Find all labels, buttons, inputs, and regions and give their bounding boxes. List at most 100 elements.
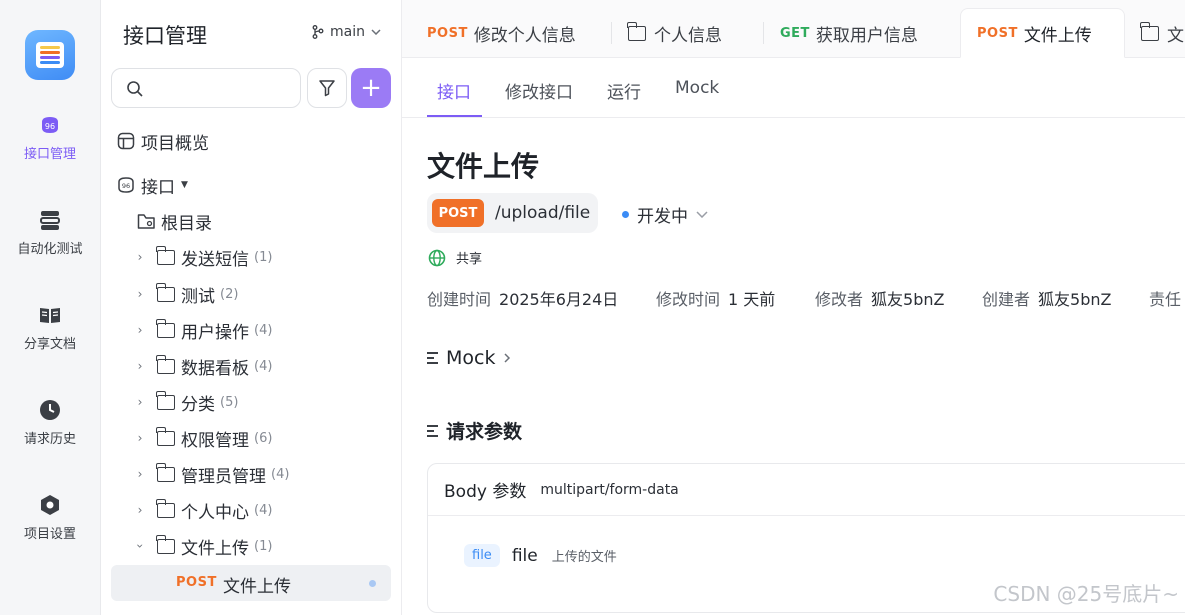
- tree-item-selected-endpoint[interactable]: POST 文件上传: [111, 565, 391, 601]
- overview-label: 项目概览: [141, 133, 209, 154]
- branch-icon: [312, 25, 324, 39]
- active-tab-indicator: [427, 115, 482, 117]
- meta-modifier: 修改者 狐友5bnZ: [815, 286, 944, 310]
- tree-folder[interactable]: › 数据看板 (4): [101, 351, 401, 381]
- automation-icon: [40, 211, 60, 230]
- subtab-api[interactable]: 接口: [437, 78, 471, 103]
- rail-item-docs[interactable]: 分享文档: [0, 303, 100, 352]
- tab-profile[interactable]: 个人信息: [612, 8, 764, 58]
- left-rail: 96 接口管理 自动化测试 分享文档 请求历史 项目设置: [0, 0, 101, 615]
- meta-value: 狐友5bnZ: [871, 290, 945, 309]
- rail-item-automation[interactable]: 自动化测试: [0, 208, 100, 257]
- rail-item-settings[interactable]: 项目设置: [0, 493, 100, 542]
- add-button[interactable]: +: [351, 68, 391, 108]
- folder-icon: [156, 318, 175, 338]
- globe-icon: [428, 249, 446, 266]
- meta-value: 1 天前: [728, 290, 776, 309]
- folder-count: (4): [271, 466, 290, 482]
- folder-count: (4): [254, 502, 273, 518]
- tree-item-root-dir[interactable]: 根目录: [101, 206, 401, 236]
- rail-item-history[interactable]: 请求历史: [0, 398, 100, 447]
- tree-folder[interactable]: › 用户操作 (4): [101, 315, 401, 345]
- chevron-right-icon: ›: [137, 467, 143, 481]
- body-params-header: Body 参数 multipart/form-data: [428, 464, 1185, 516]
- folder-icon: [627, 21, 646, 41]
- meta-label: 创建时间: [427, 290, 492, 309]
- tab-file-upload[interactable]: POST 文件上传: [960, 8, 1125, 58]
- folder-icon: [156, 390, 175, 410]
- tab-label: 文: [1167, 25, 1184, 46]
- status-label: 开发中: [637, 207, 688, 227]
- chevron-right-icon: ›: [137, 395, 143, 409]
- add-icon: +: [360, 73, 382, 103]
- chevron-right-icon: ›: [137, 287, 143, 301]
- folder-icon: [156, 245, 175, 265]
- folder-open-icon: [156, 534, 175, 554]
- subtab-mock[interactable]: Mock: [675, 78, 719, 98]
- tree-folder[interactable]: › 测试 (2): [101, 279, 401, 309]
- subtab-run[interactable]: 运行: [607, 78, 641, 103]
- meta-label: 修改时间: [656, 290, 721, 309]
- tree-item-overview[interactable]: 项目概览: [101, 126, 401, 156]
- tab-edit-profile[interactable]: POST 修改个人信息: [411, 8, 612, 58]
- folder-icon: [156, 282, 175, 302]
- section-lines-icon: [427, 424, 438, 437]
- tree-folder[interactable]: › 管理员管理 (4): [101, 459, 401, 489]
- rail-label-settings: 项目设置: [23, 527, 76, 542]
- branch-name: main: [330, 24, 365, 40]
- tree-folder[interactable]: › 发送短信 (1): [101, 242, 401, 272]
- branch-selector[interactable]: main: [312, 24, 381, 40]
- folder-name: 数据看板: [181, 358, 249, 379]
- api-icon: 96: [118, 177, 134, 193]
- request-params-title: 请求参数: [446, 421, 523, 443]
- status-dot: [369, 580, 376, 587]
- rail-label-history: 请求历史: [23, 432, 76, 447]
- param-type-badge: file: [464, 544, 500, 567]
- app-logo[interactable]: [25, 30, 75, 80]
- tab-label: 修改个人信息: [473, 25, 576, 46]
- rail-item-api[interactable]: 96 接口管理: [0, 113, 100, 162]
- watermark: CSDN @25号底片~: [993, 582, 1179, 606]
- tab-method: GET: [780, 25, 810, 41]
- filter-button[interactable]: [307, 68, 347, 108]
- search-icon: [127, 81, 143, 97]
- subtab-edit[interactable]: 修改接口: [505, 78, 573, 103]
- meta-creator: 创建者 狐友5bnZ: [982, 286, 1111, 310]
- status-selector[interactable]: 开发中: [622, 202, 708, 227]
- mock-section-toggle[interactable]: Mock: [427, 347, 511, 369]
- param-name: file: [511, 545, 538, 566]
- chevron-right-icon: [504, 353, 511, 363]
- folder-home-icon: [137, 213, 155, 229]
- url-path: /upload/file: [495, 203, 591, 223]
- sub-tab-bar: 接口 修改接口 运行 Mock: [402, 58, 1185, 118]
- settings-icon: [41, 495, 59, 515]
- tab-get-user-info[interactable]: GET 获取用户信息: [764, 8, 960, 58]
- tree-folder[interactable]: › 权限管理 (6): [101, 423, 401, 453]
- folder-name: 权限管理: [181, 430, 249, 451]
- tab-label: 个人信息: [654, 25, 722, 46]
- param-row[interactable]: file file 上传的文件: [464, 544, 617, 567]
- rail-label-automation: 自动化测试: [17, 242, 83, 257]
- tree-folder-expanded[interactable]: › 文件上传 (1): [101, 531, 401, 561]
- folder-icon: [1140, 21, 1159, 41]
- mock-section-title: Mock: [446, 347, 496, 369]
- folder-icon: [156, 462, 175, 482]
- clock-icon: [40, 400, 60, 420]
- chevron-right-icon: ›: [137, 431, 143, 445]
- folder-name: 管理员管理: [181, 466, 266, 487]
- tab-overflow[interactable]: 文: [1125, 8, 1185, 58]
- content-type[interactable]: multipart/form-data: [540, 482, 678, 498]
- share-indicator[interactable]: 共享: [428, 248, 482, 267]
- folder-name: 分类: [181, 394, 215, 415]
- search-input[interactable]: [111, 68, 301, 108]
- endpoint-url[interactable]: POST /upload/file: [427, 193, 598, 233]
- tree-folder[interactable]: › 分类 (5): [101, 387, 401, 417]
- folder-count: (2): [220, 286, 239, 302]
- meta-label: 责任: [1149, 290, 1182, 309]
- section-lines-icon: [427, 352, 438, 364]
- status-dot: [622, 211, 629, 218]
- tree-folder[interactable]: › 个人中心 (4): [101, 495, 401, 525]
- folder-name: 发送短信: [181, 249, 249, 270]
- folder-count: (4): [254, 322, 273, 338]
- tree-item-api-root[interactable]: 96 接口 ▼: [101, 170, 401, 200]
